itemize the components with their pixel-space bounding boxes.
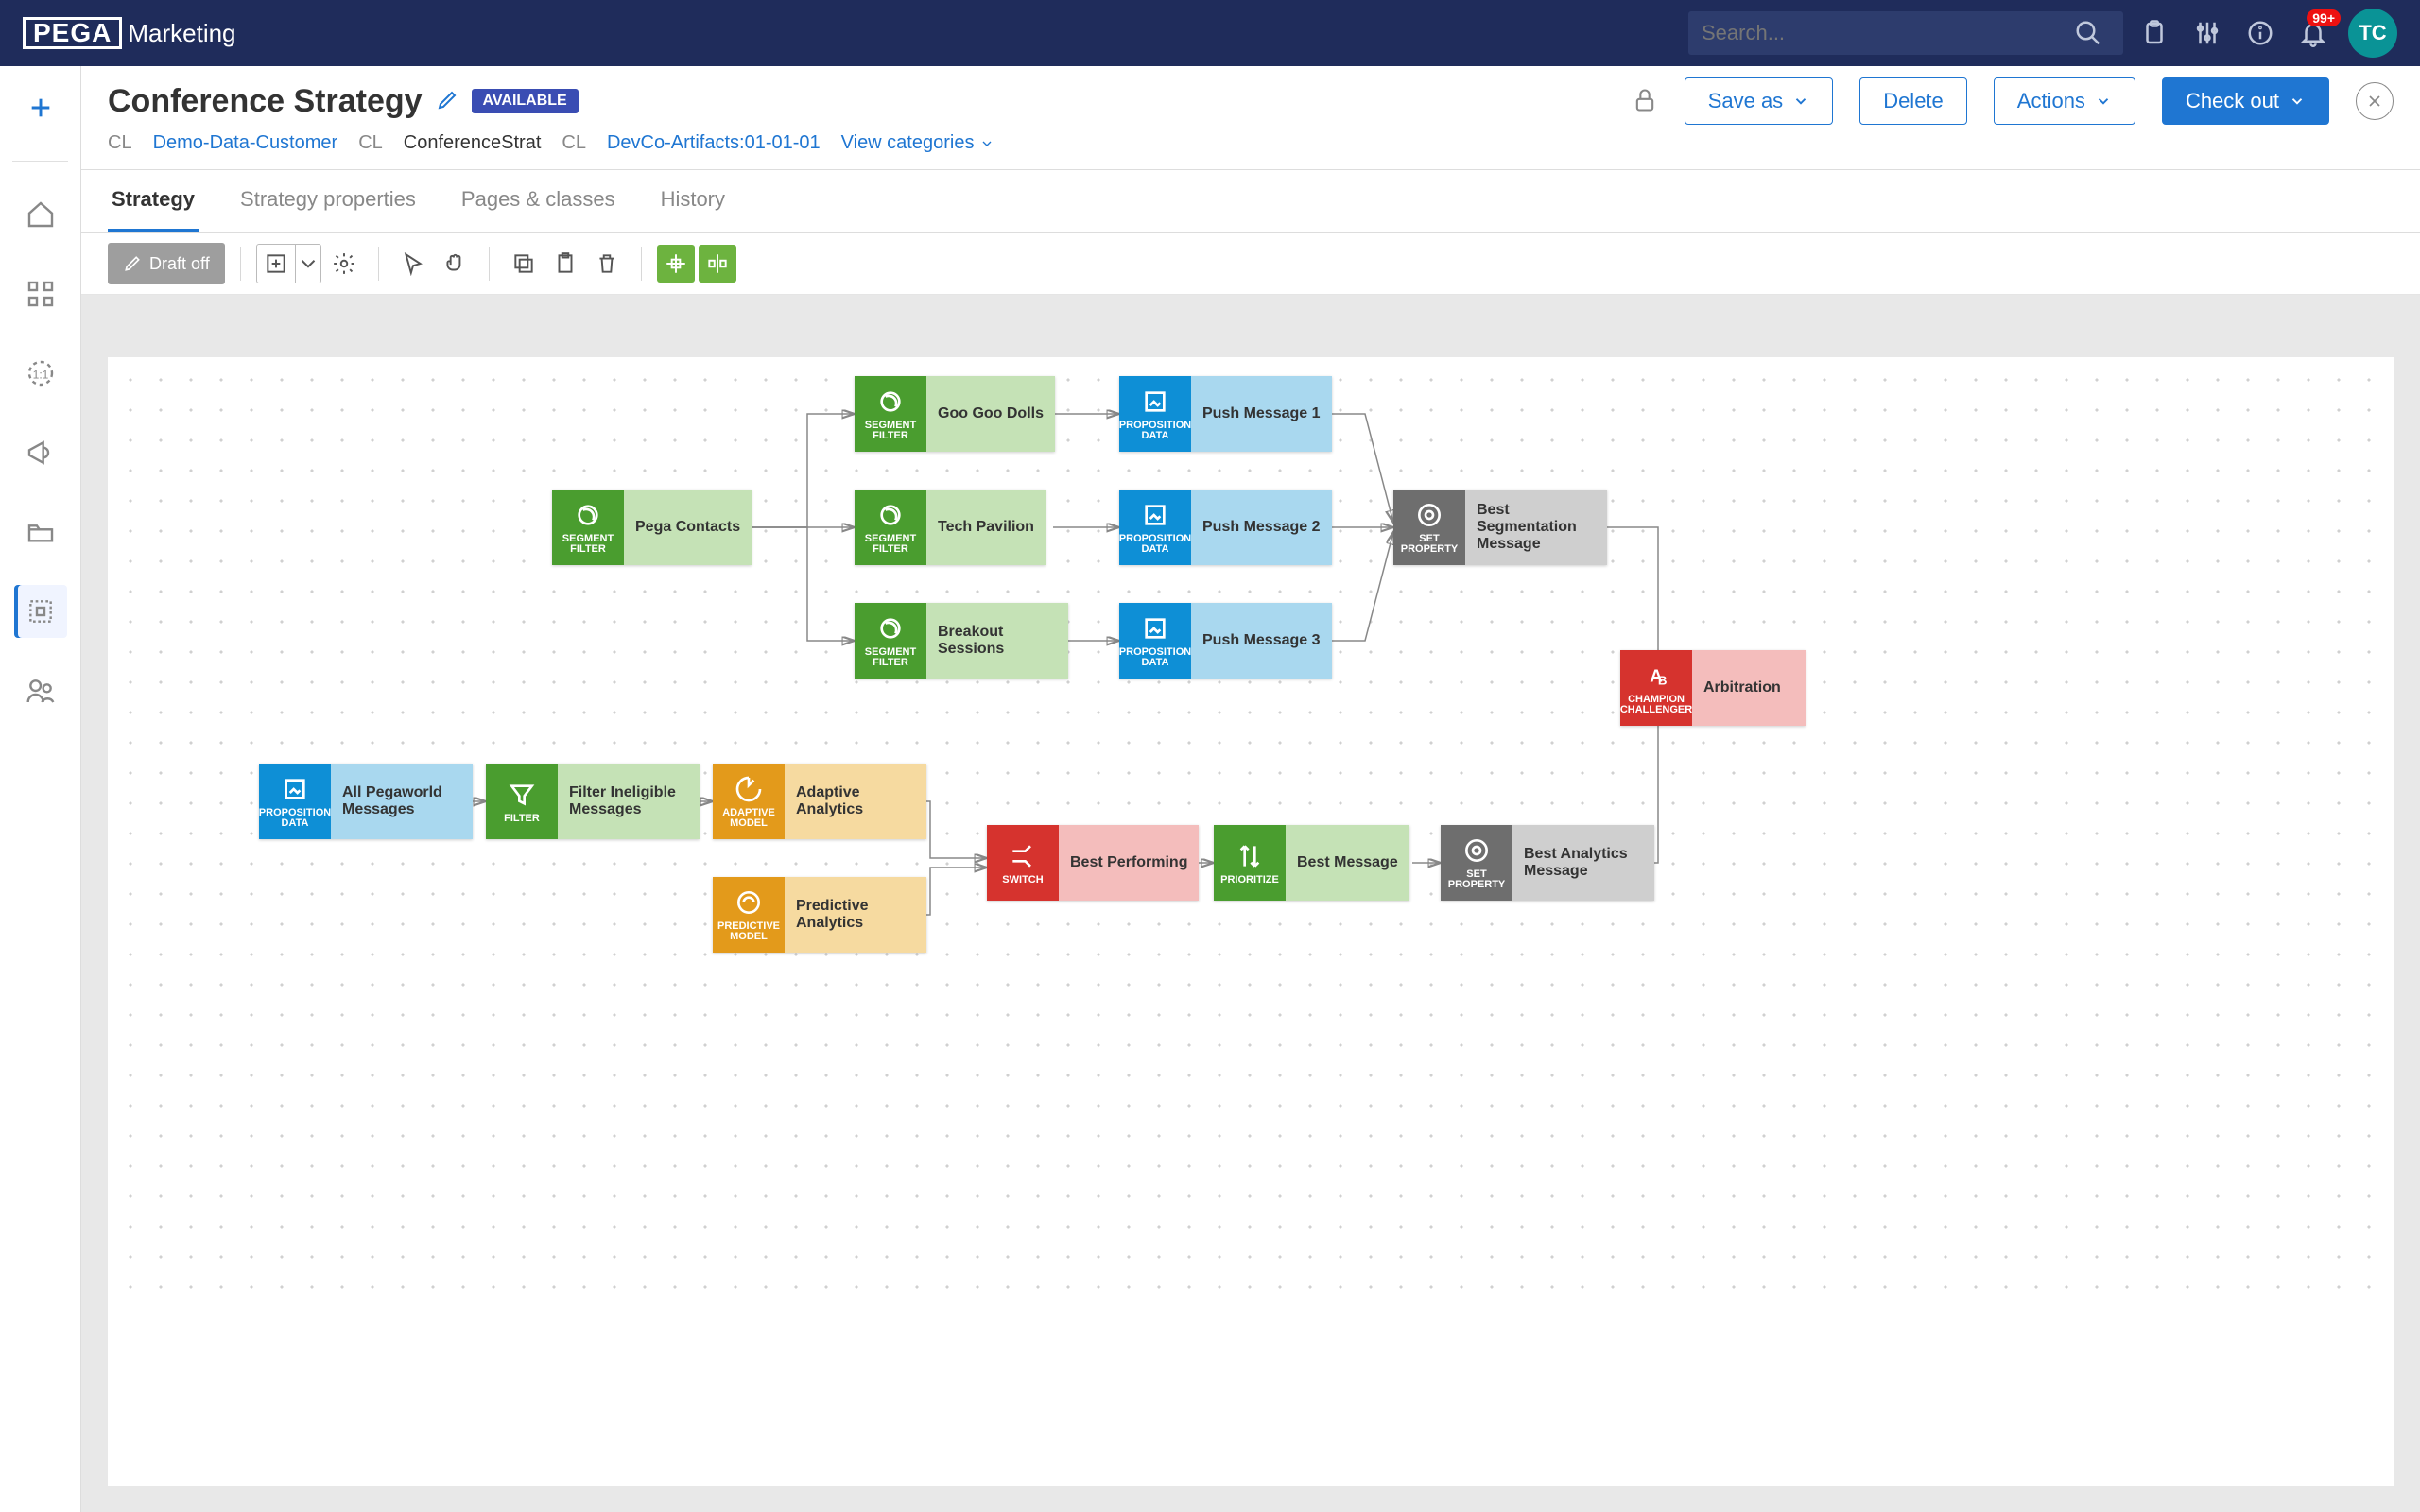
canvas-scroll[interactable]: SEGMENT FILTER Pega Contacts SEGMENT FIL… <box>108 357 2394 1486</box>
delete-button[interactable]: Delete <box>1859 77 1967 125</box>
actions-button[interactable]: Actions <box>1994 77 2135 125</box>
search-box[interactable] <box>1688 11 2123 55</box>
breadcrumb: CL Demo-Data-Customer CL ConferenceStrat… <box>108 125 2394 169</box>
search-icon[interactable] <box>2066 11 2110 55</box>
status-badge: AVAILABLE <box>472 89 579 113</box>
svg-text:1:1: 1:1 <box>32 368 48 381</box>
save-as-button[interactable]: Save as <box>1685 77 1834 125</box>
node-filter-ineligible[interactable]: FILTER Filter Ineligible Messages <box>486 764 700 839</box>
svg-text:B: B <box>1658 673 1668 687</box>
node-adaptive-analytics[interactable]: ADAPTIVE MODEL Adaptive Analytics <box>713 764 926 839</box>
sliders-icon[interactable] <box>2186 11 2229 55</box>
search-input[interactable] <box>1702 21 2057 45</box>
bc-strategy-name: ConferenceStrat <box>404 132 542 154</box>
draft-off-button[interactable]: Draft off <box>108 243 225 284</box>
bc-link-ruleset[interactable]: DevCo-Artifacts:01-01-01 <box>607 132 821 154</box>
node-best-performing[interactable]: SWITCH Best Performing <box>987 825 1199 901</box>
nav-strategies[interactable] <box>14 585 67 638</box>
node-push-1[interactable]: PROPOSITION DATA Push Message 1 <box>1119 376 1332 452</box>
view-categories-link[interactable]: View categories <box>841 132 994 154</box>
settings-gear-icon[interactable] <box>325 245 363 283</box>
check-out-button[interactable]: Check out <box>2162 77 2329 125</box>
node-best-message[interactable]: PRIORITIZE Best Message <box>1214 825 1409 901</box>
trash-icon[interactable] <box>588 245 626 283</box>
tabs: Strategy Strategy properties Pages & cla… <box>81 170 2420 233</box>
node-pega-contacts[interactable]: SEGMENT FILTER Pega Contacts <box>552 490 752 565</box>
nav-folders[interactable] <box>14 506 67 558</box>
page-header: Conference Strategy AVAILABLE Save as De… <box>81 66 2420 170</box>
node-best-segmentation[interactable]: SET PROPERTY Best Segmentation Message <box>1393 490 1607 565</box>
pan-hand-icon[interactable] <box>436 245 474 283</box>
add-component-button[interactable] <box>256 244 321 284</box>
main: Conference Strategy AVAILABLE Save as De… <box>81 66 2420 1512</box>
node-goo-goo-dolls[interactable]: SEGMENT FILTER Goo Goo Dolls <box>855 376 1055 452</box>
node-arbitration[interactable]: ABCHAMPION CHALLENGER Arbitration <box>1620 650 1806 726</box>
left-nav: 1:1 <box>0 66 81 1512</box>
edit-icon[interactable] <box>436 89 458 114</box>
node-best-analytics-message[interactable]: SET PROPERTY Best Analytics Message <box>1441 825 1654 901</box>
nav-campaigns[interactable] <box>14 426 67 479</box>
copy-icon[interactable] <box>505 245 543 283</box>
avatar[interactable]: TC <box>2348 9 2397 58</box>
brand: PEGA Marketing <box>23 17 236 49</box>
align-icon[interactable] <box>657 245 695 283</box>
bc-prefix-1: CL <box>108 132 132 154</box>
paste-icon[interactable] <box>546 245 584 283</box>
bc-prefix-2: CL <box>358 132 383 154</box>
tab-pages[interactable]: Pages & classes <box>458 170 619 232</box>
nav-apps[interactable] <box>14 267 67 320</box>
node-all-pegaworld[interactable]: PROPOSITION DATA All Pegaworld Messages <box>259 764 473 839</box>
brand-logo: PEGA <box>23 17 122 49</box>
node-breakout-sessions[interactable]: SEGMENT FILTER Breakout Sessions <box>855 603 1068 679</box>
notification-badge: 99+ <box>2307 9 2341 26</box>
bc-prefix-3: CL <box>562 132 586 154</box>
brand-product: Marketing <box>128 19 235 48</box>
tab-properties[interactable]: Strategy properties <box>236 170 420 232</box>
node-tech-pavilion[interactable]: SEGMENT FILTER Tech Pavilion <box>855 490 1046 565</box>
tab-strategy[interactable]: Strategy <box>108 170 199 232</box>
nav-audience[interactable] <box>14 664 67 717</box>
node-push-2[interactable]: PROPOSITION DATA Push Message 2 <box>1119 490 1332 565</box>
nav-home[interactable] <box>14 188 67 241</box>
node-push-3[interactable]: PROPOSITION DATA Push Message 3 <box>1119 603 1332 679</box>
notification-bell-icon[interactable]: 99+ <box>2291 11 2335 55</box>
lock-icon <box>1632 87 1658 116</box>
clipboard-icon[interactable] <box>2133 11 2176 55</box>
top-header: PEGA Marketing 99+ TC <box>0 0 2420 66</box>
tab-history[interactable]: History <box>657 170 729 232</box>
toolbar: Draft off <box>81 233 2420 295</box>
nav-1to1[interactable]: 1:1 <box>14 347 67 400</box>
bc-link-class[interactable]: Demo-Data-Customer <box>153 132 338 154</box>
pointer-icon[interactable] <box>394 245 432 283</box>
page-title: Conference Strategy <box>108 83 423 120</box>
distribute-icon[interactable] <box>699 245 736 283</box>
close-button[interactable] <box>2356 82 2394 120</box>
strategy-canvas[interactable]: SEGMENT FILTER Pega Contacts SEGMENT FIL… <box>108 357 2394 1302</box>
node-predictive-analytics[interactable]: PREDICTIVE MODEL Predictive Analytics <box>713 877 926 953</box>
nav-add[interactable] <box>14 81 67 134</box>
info-icon[interactable] <box>2238 11 2282 55</box>
